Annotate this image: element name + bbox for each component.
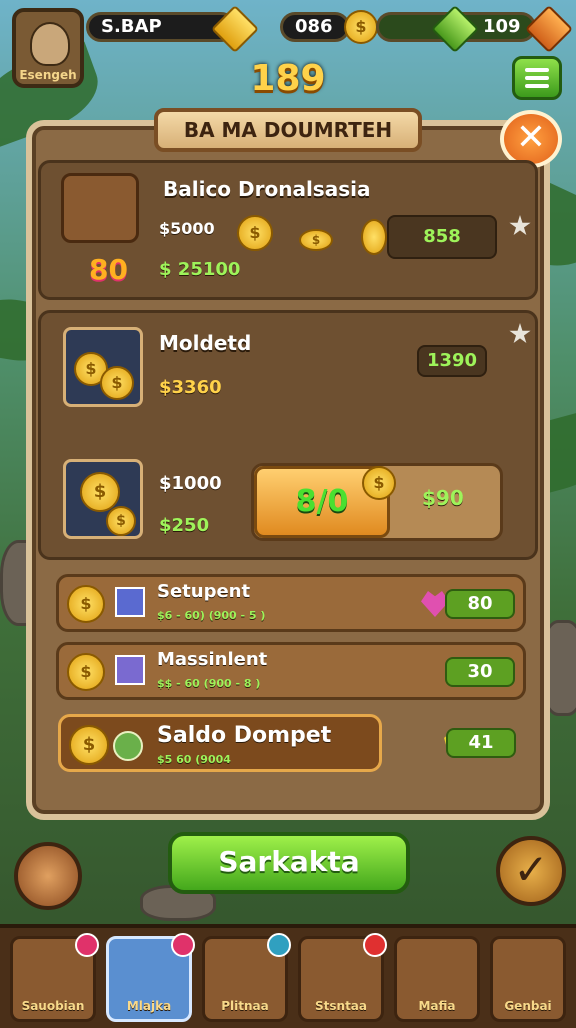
- leaf-icon: [113, 731, 143, 761]
- magic-icon: [115, 655, 145, 685]
- list-item[interactable]: $ Massinlent $$ - 60 (900 - 8 ) 30: [56, 642, 526, 700]
- offer-middle-price2-green: $250: [159, 515, 210, 536]
- coin-icon: $: [69, 725, 109, 765]
- magic-icon: [115, 587, 145, 617]
- row-title: Massinlent: [157, 649, 268, 670]
- row-value: 41: [446, 728, 516, 758]
- nav-label: Plitnaa: [221, 999, 269, 1013]
- offer-top-bonus: 80: [89, 253, 128, 286]
- notification-badge: [75, 933, 99, 957]
- coin-icon: $: [344, 10, 378, 44]
- list-item[interactable]: $ Setupent $6 - 60) (900 - 5 ) 80: [56, 574, 526, 632]
- currency-1-value: S.BAP: [101, 16, 162, 37]
- offer-middle-buy-label: 8/0: [295, 484, 349, 519]
- offer-middle-section: $ $ Moldetd $3360 1390 $ $ $1000 $250 8/…: [38, 310, 538, 560]
- nav-item-mafia[interactable]: Mafia: [394, 936, 480, 1022]
- row-value-group: 41: [440, 726, 518, 760]
- nav-label: Stsntaa: [315, 999, 367, 1013]
- nav-item-plitnaa[interactable]: Plitnaa: [202, 933, 291, 1022]
- nav-item-mlajka[interactable]: Mlajka: [106, 933, 195, 1022]
- offer-middle-right-value[interactable]: 1390: [417, 345, 487, 377]
- offer-top-section: Balico Dronalsasia $5000 $ $ 858 80 $ 25…: [38, 160, 538, 300]
- score-display: 189: [250, 58, 326, 99]
- treasure-chest-icon[interactable]: [61, 173, 139, 243]
- offer-middle-price2: $1000: [159, 473, 222, 494]
- row-title: Setupent: [157, 581, 251, 602]
- menu-icon-line: [525, 76, 549, 80]
- row-subtitle: $5 60 (9004: [157, 753, 231, 766]
- top-bar: Esengeh S.BAP 086 $ 109: [0, 0, 576, 88]
- orange-gem-icon: [524, 4, 574, 54]
- nav-label: Mlajka: [126, 999, 172, 1013]
- notification-badge: [171, 933, 195, 957]
- offer-top-bonus-value: $ 25100: [159, 259, 241, 280]
- menu-icon: [525, 68, 549, 72]
- offer-middle-title: Moldetd: [159, 331, 252, 355]
- menu-button[interactable]: [512, 56, 562, 100]
- list-item-selected[interactable]: $ Saldo Dompet $5 60 (9004: [58, 714, 382, 772]
- fox-avatar-icon[interactable]: [14, 842, 82, 910]
- star-icon: [509, 215, 531, 236]
- currency-3-value: 109: [483, 16, 521, 37]
- coin-icon: $: [299, 229, 333, 251]
- offer-middle-value: $3360: [159, 377, 222, 398]
- coin-icon: $: [100, 366, 134, 400]
- coin-icon: $: [362, 466, 396, 500]
- coin-stack-icon: [361, 219, 387, 255]
- coin-icon: $: [106, 506, 136, 536]
- notification-badge: [363, 933, 387, 957]
- nav-item-sauobian[interactable]: Sauobian: [10, 933, 99, 1022]
- offer-middle-button-right: $90: [422, 486, 464, 510]
- coin-pile-icon: $ $: [63, 327, 143, 407]
- confirm-check-button[interactable]: ✓: [496, 836, 566, 906]
- nav-item-genbai[interactable]: Genbai: [490, 936, 566, 1022]
- row-value: 30: [445, 657, 515, 687]
- nav-label: Genbai: [504, 999, 552, 1013]
- offer-top-title: Balico Dronalsasia: [163, 177, 371, 201]
- offer-top-right-value[interactable]: 858: [387, 215, 497, 259]
- nav-label: Mafia: [418, 999, 456, 1013]
- menu-icon-line: [525, 84, 549, 88]
- notification-badge: [267, 933, 291, 957]
- coin-stack-icon: $ $: [63, 459, 143, 539]
- row-subtitle: $$ - 60 (900 - 8 ): [157, 677, 261, 690]
- bottom-navigation: Sauobian Mlajka Plitnaa Stsntaa Mafia Ge…: [0, 924, 576, 1028]
- currency-2-value: 086: [295, 16, 333, 37]
- coin-icon: $: [67, 585, 105, 623]
- row-value: 80: [445, 589, 515, 619]
- panel-title: BA MA DOUMRTEH: [154, 108, 422, 152]
- currency-bar-2: 086: [280, 12, 350, 42]
- offer-top-price: $5000: [159, 219, 215, 238]
- row-subtitle: $6 - 60) (900 - 5 ): [157, 609, 266, 622]
- offer-middle-buy-panel[interactable]: 8/0 $ $90: [251, 463, 503, 541]
- nav-label: Sauobian: [21, 999, 85, 1013]
- primary-action-button[interactable]: Sarkakta: [168, 832, 410, 894]
- nav-item-stsntaa[interactable]: Stsntaa: [298, 933, 387, 1022]
- coin-icon: $: [80, 472, 120, 512]
- coin-icon: $: [237, 215, 273, 251]
- star-icon: [509, 323, 531, 344]
- row-title: Saldo Dompet: [157, 723, 332, 748]
- coin-icon: $: [67, 653, 105, 691]
